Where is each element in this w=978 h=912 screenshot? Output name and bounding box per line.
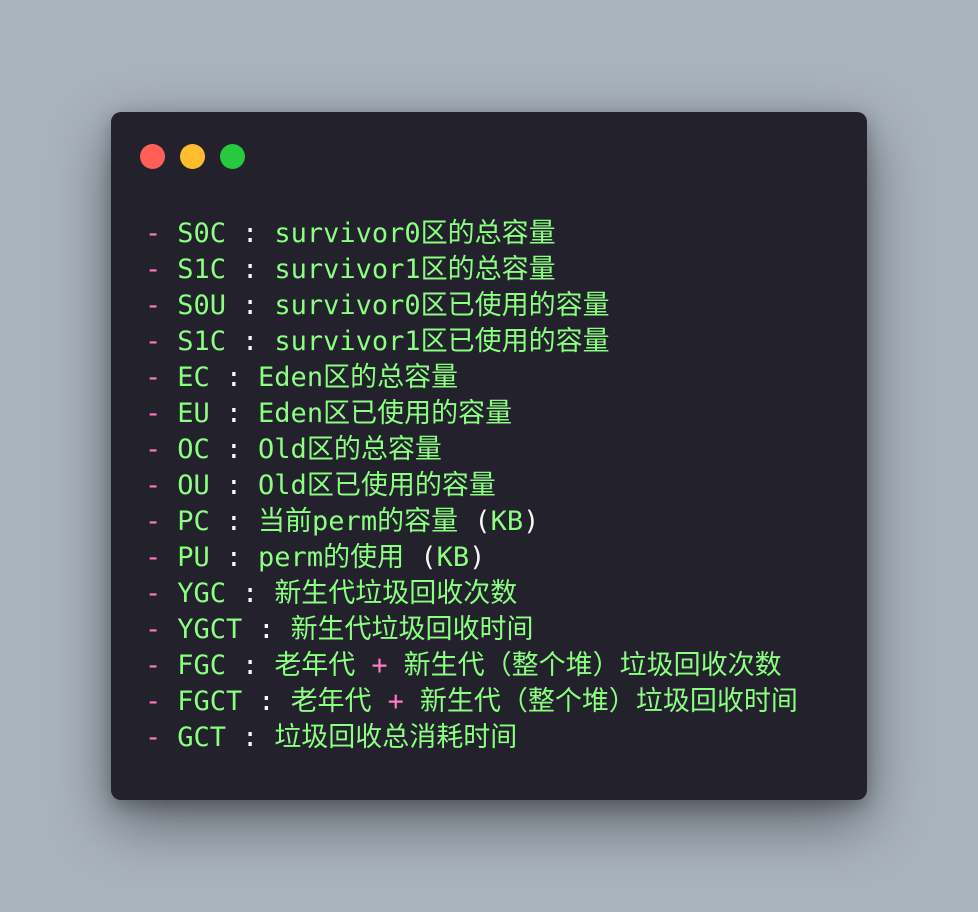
- metric-description: 当前perm的容量: [258, 506, 459, 537]
- metric-key: OU: [177, 470, 210, 501]
- unit-label: KB: [490, 506, 524, 537]
- separator: :: [242, 722, 259, 753]
- metric-description-part: 新生代（整个堆）垃圾回收次数: [403, 650, 782, 681]
- paren-close: ): [523, 506, 540, 537]
- metric-description-part: 老年代: [290, 686, 372, 717]
- plus-operator: +: [371, 650, 388, 681]
- bullet-dash: -: [145, 614, 162, 645]
- paren-open: (: [404, 542, 437, 573]
- bullet-dash: -: [145, 506, 162, 537]
- metric-description: Old区已使用的容量: [258, 470, 496, 501]
- zoom-button[interactable]: [220, 144, 245, 169]
- bullet-dash: -: [145, 434, 162, 465]
- code-line: - PC: 当前perm的容量 (KB): [145, 504, 845, 540]
- minimize-button[interactable]: [180, 144, 205, 169]
- bullet-dash: -: [145, 254, 162, 285]
- separator: :: [242, 326, 259, 357]
- separator: :: [225, 506, 243, 537]
- metric-key: S1C: [177, 254, 227, 285]
- bullet-dash: -: [145, 218, 162, 249]
- metric-key: S0C: [177, 218, 227, 249]
- code-block: - S0C: survivor0区的总容量 - S1C: survivor1区的总容量 …: [145, 216, 845, 756]
- bullet-dash: -: [145, 362, 162, 393]
- paren-open: (: [458, 506, 491, 537]
- metric-key: PU: [177, 542, 210, 573]
- code-window: - S0C: survivor0区的总容量 - S1C: survivor1区的总容量 …: [111, 112, 867, 800]
- separator: :: [242, 578, 259, 609]
- metric-description: Old区的总容量: [258, 434, 442, 465]
- bullet-dash: -: [145, 722, 162, 753]
- code-line: - EU: Eden区已使用的容量: [145, 396, 845, 432]
- separator: :: [225, 398, 243, 429]
- metric-description-part: 老年代: [274, 650, 356, 681]
- metric-key: EC: [177, 362, 210, 393]
- metric-key: OC: [177, 434, 210, 465]
- bullet-dash: -: [145, 650, 162, 681]
- metric-description: 垃圾回收总消耗时间: [274, 722, 518, 753]
- code-line: - YGCT: 新生代垃圾回收时间: [145, 612, 845, 648]
- code-line: - EC: Eden区的总容量: [145, 360, 845, 396]
- metric-key: GCT: [177, 722, 227, 753]
- separator: :: [242, 218, 259, 249]
- separator: :: [258, 686, 275, 717]
- metric-description: 新生代垃圾回收次数: [274, 578, 518, 609]
- bullet-dash: -: [145, 542, 162, 573]
- metric-key: FGCT: [177, 686, 243, 717]
- metric-key: EU: [177, 398, 210, 429]
- separator: :: [225, 434, 243, 465]
- bullet-dash: -: [145, 578, 162, 609]
- metric-description: Eden区的总容量: [258, 362, 459, 393]
- metric-description: perm的使用: [258, 542, 405, 573]
- separator: :: [242, 254, 259, 285]
- code-line: - PU: perm的使用 (KB): [145, 540, 845, 576]
- metric-key: FGC: [177, 650, 227, 681]
- code-line: - OU: Old区已使用的容量: [145, 468, 845, 504]
- code-line: - FGCT: 老年代 + 新生代（整个堆）垃圾回收时间: [145, 684, 845, 720]
- metric-description: survivor0区已使用的容量: [274, 290, 610, 321]
- metric-description-part: 新生代（整个堆）垃圾回收时间: [419, 686, 798, 717]
- paren-close: ): [469, 542, 486, 573]
- separator: :: [242, 290, 259, 321]
- metric-key: YGCT: [177, 614, 243, 645]
- code-line: - FGC: 老年代 + 新生代（整个堆）垃圾回收次数: [145, 648, 845, 684]
- metric-description: survivor0区的总容量: [274, 218, 556, 249]
- code-line: - YGC: 新生代垃圾回收次数: [145, 576, 845, 612]
- metric-description: survivor1区的总容量: [274, 254, 556, 285]
- unit-label: KB: [436, 542, 470, 573]
- code-line: - GCT: 垃圾回收总消耗时间: [145, 720, 845, 756]
- code-line: - S0C: survivor0区的总容量: [145, 216, 845, 252]
- bullet-dash: -: [145, 326, 162, 357]
- separator: :: [242, 650, 259, 681]
- code-line: - S1C: survivor1区已使用的容量: [145, 324, 845, 360]
- bullet-dash: -: [145, 398, 162, 429]
- code-line: - OC: Old区的总容量: [145, 432, 845, 468]
- code-line: - S0U: survivor0区已使用的容量: [145, 288, 845, 324]
- metric-key: YGC: [177, 578, 227, 609]
- separator: :: [225, 362, 243, 393]
- metric-key: S0U: [177, 290, 227, 321]
- separator: :: [225, 542, 243, 573]
- metric-key: PC: [177, 506, 210, 537]
- separator: :: [225, 470, 243, 501]
- bullet-dash: -: [145, 290, 162, 321]
- close-button[interactable]: [140, 144, 165, 169]
- bullet-dash: -: [145, 470, 162, 501]
- separator: :: [258, 614, 275, 645]
- metric-description: survivor1区已使用的容量: [274, 326, 610, 357]
- plus-operator: +: [387, 686, 404, 717]
- bullet-dash: -: [145, 686, 162, 717]
- metric-key: S1C: [177, 326, 227, 357]
- metric-description: 新生代垃圾回收时间: [290, 614, 534, 645]
- code-line: - S1C: survivor1区的总容量: [145, 252, 845, 288]
- metric-description: Eden区已使用的容量: [258, 398, 513, 429]
